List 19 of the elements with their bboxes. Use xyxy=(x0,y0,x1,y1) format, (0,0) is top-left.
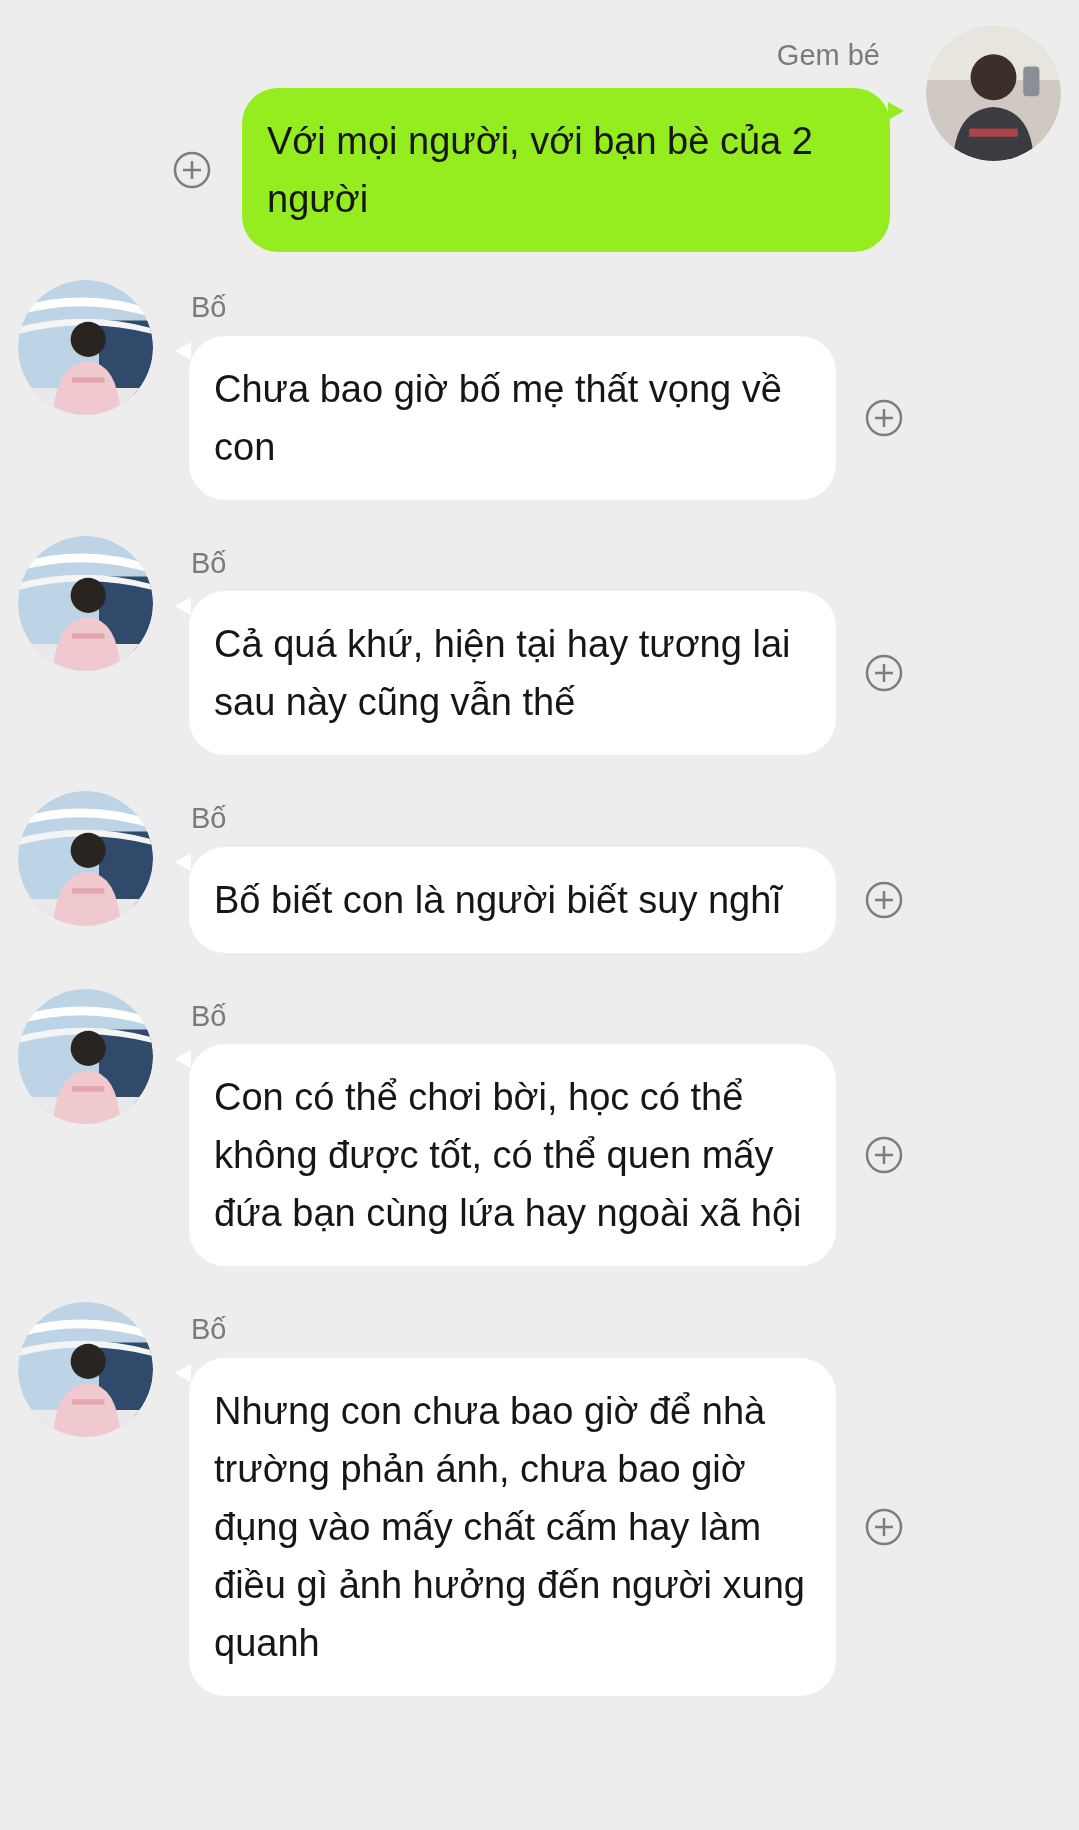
message-bubble: Con có thể chơi bời, học có thể không được tốt, có thể quen mấy đứa bạn cùng lứa hay ngoài xã hội xyxy=(189,1044,836,1266)
add-icon[interactable] xyxy=(172,149,212,190)
sender-name: Bố xyxy=(191,998,228,1034)
sender-name: Bố xyxy=(191,1312,228,1347)
sender-name: Bố xyxy=(191,801,228,836)
add-icon[interactable] xyxy=(864,397,904,438)
sender-name: Bố xyxy=(191,545,228,581)
message-bubble: Bố biết con là người biết suy nghĩ xyxy=(189,846,836,953)
message-bubble: Cả quá khứ, hiện tại hay tương lai sau này cũng vẫn thế xyxy=(189,591,836,755)
sender-name: Bố xyxy=(191,290,228,325)
message-bubble: Chưa bao giờ bố mẹ thất vọng về con xyxy=(189,335,836,500)
add-icon[interactable] xyxy=(864,1135,904,1175)
sender-name: Gem bé xyxy=(776,38,880,73)
add-icon[interactable] xyxy=(864,879,904,920)
message-bubble: Nhưng con chưa bao giờ để nhà trường phản ánh, chưa bao giờ đụng vào mấy chất cấm hay làm điều gì ảnh hưởng đến người xung quanh xyxy=(189,1357,836,1696)
add-icon[interactable] xyxy=(864,1506,904,1547)
bubble-tail xyxy=(888,101,904,120)
message-bubble: Với mọi người, với bạn bè của 2 người xyxy=(242,87,890,252)
add-icon[interactable] xyxy=(864,653,904,693)
